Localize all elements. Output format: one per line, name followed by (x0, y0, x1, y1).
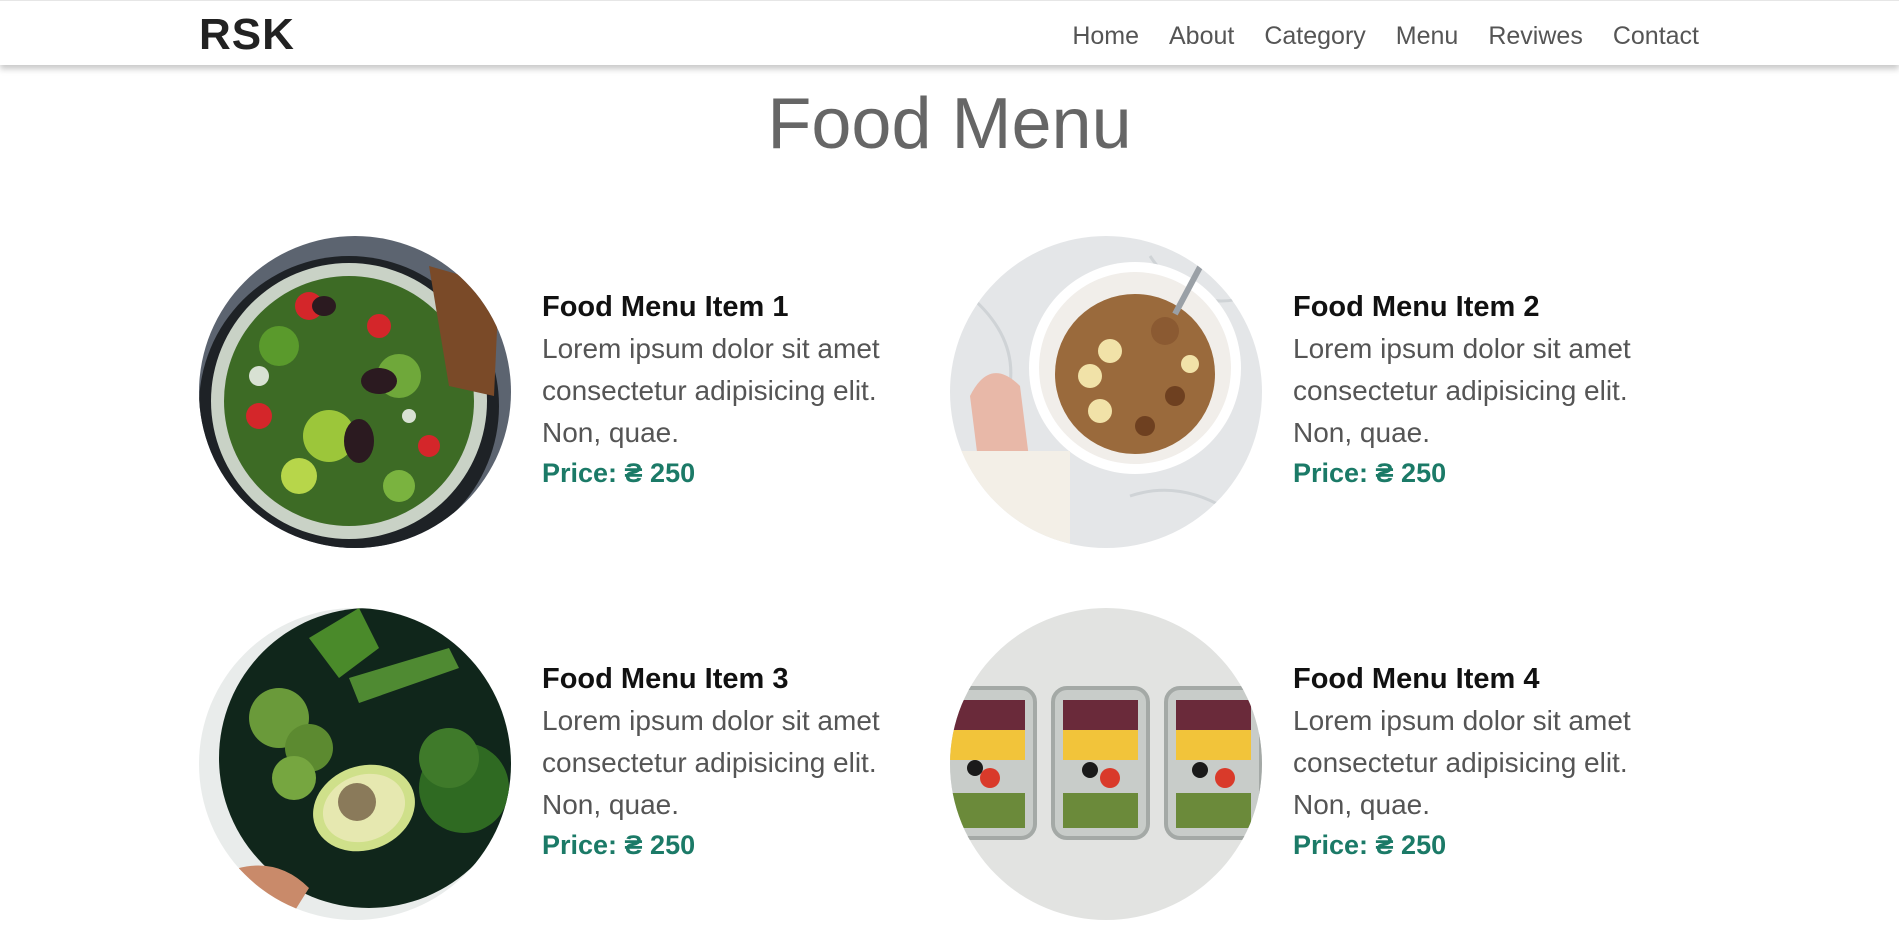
nav-link-reviews[interactable]: Reviwes (1488, 21, 1582, 51)
nav-link-category[interactable]: Category (1264, 21, 1365, 51)
main-nav: Home About Category Menu Reviwes Contact (1072, 21, 1699, 51)
menu-item-info: Food Menu Item 4 Lorem ipsum dolor sit a… (1293, 660, 1673, 864)
menu-item-info: Food Menu Item 3 Lorem ipsum dolor sit a… (542, 660, 922, 864)
menu-item-card: Food Menu Item 3 Lorem ipsum dolor sit a… (199, 608, 919, 928)
menu-item-info: Food Menu Item 1 Lorem ipsum dolor sit a… (542, 288, 922, 492)
menu-item-title: Food Menu Item 1 (542, 291, 789, 323)
menu-item-description: Lorem ipsum dolor sit amet consectetur a… (542, 705, 880, 820)
nav-link-about[interactable]: About (1169, 21, 1234, 51)
menu-item-info: Food Menu Item 2 Lorem ipsum dolor sit a… (1293, 288, 1673, 492)
green-vegetables-image (199, 608, 511, 920)
brand-logo[interactable]: RSK (199, 11, 295, 59)
nav-link-menu[interactable]: Menu (1396, 21, 1459, 51)
meal-prep-containers-image (950, 608, 1262, 920)
page-title: Food Menu (767, 84, 1132, 164)
nav-link-contact[interactable]: Contact (1613, 21, 1699, 51)
menu-item-description: Lorem ipsum dolor sit amet consectetur a… (1293, 705, 1631, 820)
menu-item-title: Food Menu Item 2 (1293, 291, 1540, 323)
nav-link-home[interactable]: Home (1072, 21, 1139, 51)
menu-item-price: Price: ₴ 250 (1293, 830, 1447, 860)
menu-item-price: Price: ₴ 250 (542, 458, 696, 488)
menu-item-title: Food Menu Item 4 (1293, 663, 1540, 695)
menu-item-description: Lorem ipsum dolor sit amet consectetur a… (1293, 333, 1631, 448)
menu-item-card: Food Menu Item 2 Lorem ipsum dolor sit a… (950, 236, 1670, 556)
granola-bowl-image (950, 236, 1262, 548)
salad-bowl-image (199, 236, 511, 548)
menu-item-card: Food Menu Item 4 Lorem ipsum dolor sit a… (950, 608, 1670, 928)
menu-item-description: Lorem ipsum dolor sit amet consectetur a… (542, 333, 880, 448)
menu-item-card: Food Menu Item 1 Lorem ipsum dolor sit a… (199, 236, 919, 556)
top-navbar: RSK Home About Category Menu Reviwes Con… (0, 0, 1899, 65)
menu-item-title: Food Menu Item 3 (542, 663, 789, 695)
menu-item-price: Price: ₴ 250 (542, 830, 696, 860)
menu-item-price: Price: ₴ 250 (1293, 458, 1447, 488)
